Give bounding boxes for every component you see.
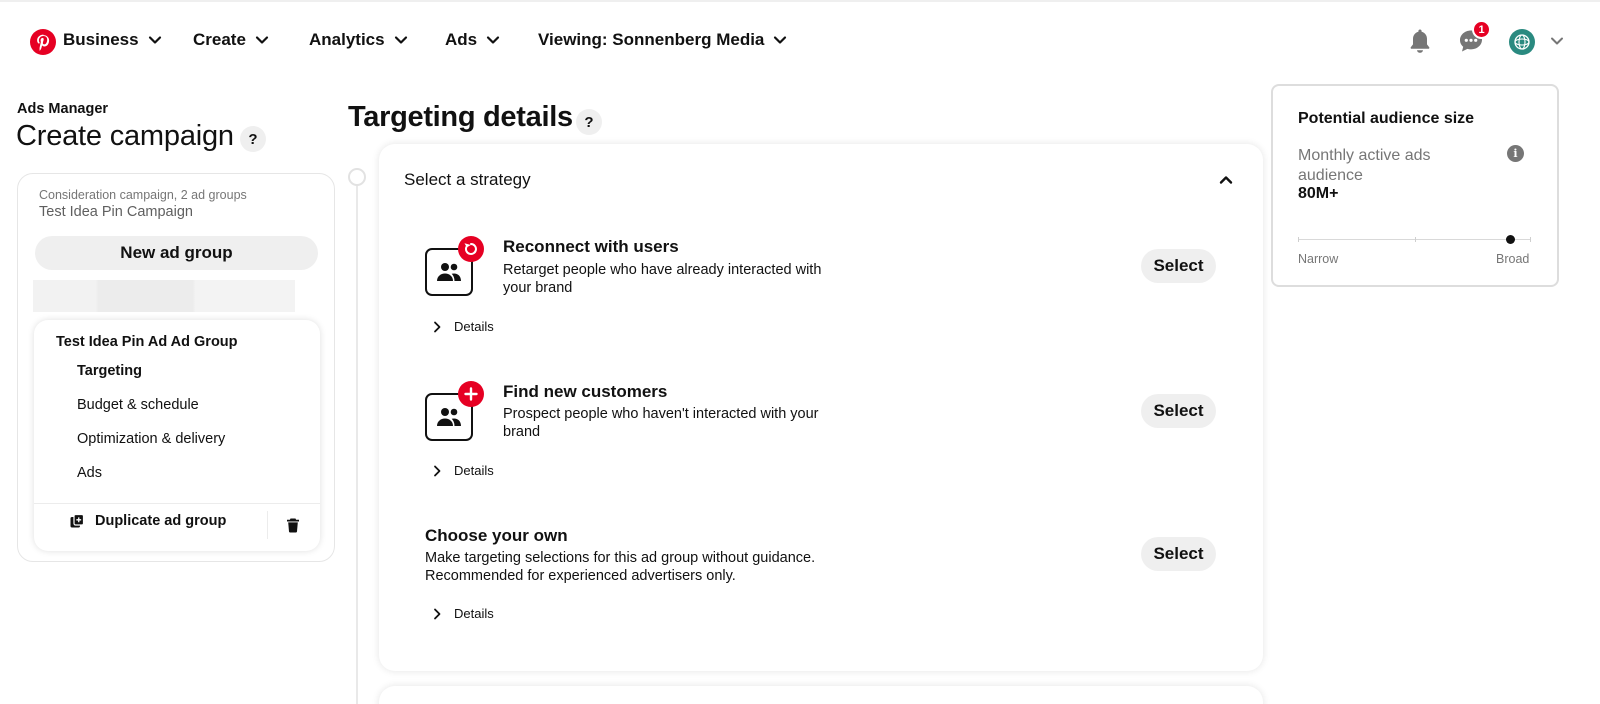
new-ad-group-button[interactable]: New ad group	[35, 236, 318, 270]
messages-count-badge: 1	[1472, 20, 1491, 39]
ad-group-link-budget-schedule[interactable]: Budget & schedule	[77, 397, 199, 413]
audience-value: 80M+	[1298, 185, 1339, 202]
campaign-summary-card: Consideration campaign, 2 ad groups Test…	[17, 173, 335, 562]
audience-size-card: Potential audience size Monthly active a…	[1271, 84, 1559, 287]
messages-button[interactable]: 1	[1456, 20, 1491, 56]
ad-group-link-ads[interactable]: Ads	[77, 465, 102, 481]
details-toggle[interactable]: Details	[431, 606, 494, 621]
scale-tick	[1415, 237, 1416, 242]
details-toggle[interactable]: Details	[431, 319, 494, 334]
account-menu-chevron-icon[interactable]	[1550, 34, 1564, 48]
scale-broad-label: Broad	[1496, 252, 1530, 266]
retarget-icon	[458, 236, 484, 262]
audience-scale-indicator	[1505, 235, 1515, 244]
details-label: Details	[454, 319, 494, 334]
ad-group-link-optimization-delivery[interactable]: Optimization & delivery	[77, 431, 225, 447]
nav-business-menu[interactable]: Business	[63, 30, 162, 50]
top-border	[0, 0, 1600, 2]
chevron-down-icon	[487, 36, 500, 44]
top-navigation: Business Create Analytics Ads Viewing: S…	[0, 0, 1600, 84]
ad-group-card: Test Idea Pin Ad Ad Group Targeting Budg…	[34, 320, 320, 551]
divider	[267, 511, 268, 539]
strategy-header: Select a strategy	[404, 170, 531, 189]
nav-analytics-label: Analytics	[309, 30, 385, 49]
next-section-card	[379, 686, 1263, 704]
nav-business-label: Business	[63, 30, 139, 49]
progress-timeline	[356, 184, 358, 704]
chevron-down-icon	[774, 36, 787, 44]
divider	[34, 503, 320, 504]
account-logo-icon	[1514, 34, 1530, 50]
collapse-button[interactable]	[1216, 170, 1236, 190]
loading-placeholder	[33, 280, 295, 312]
strategy-card: Select a strategy Reconnect with users R…	[379, 144, 1263, 671]
option-title: Choose your own	[425, 526, 568, 545]
help-icon[interactable]: ?	[576, 109, 602, 135]
timeline-step-dot	[348, 168, 366, 186]
duplicate-icon	[70, 514, 84, 528]
help-icon[interactable]: ?	[240, 126, 266, 152]
campaign-name[interactable]: Test Idea Pin Campaign	[39, 204, 193, 220]
ad-group-title[interactable]: Test Idea Pin Ad Ad Group	[56, 334, 238, 350]
scale-narrow-label: Narrow	[1298, 252, 1339, 266]
scale-tick	[1530, 237, 1531, 242]
people-icon	[437, 408, 461, 426]
nav-viewing-account-menu[interactable]: Viewing: Sonnenberg Media	[538, 30, 787, 50]
select-reconnect-button[interactable]: Select	[1141, 249, 1216, 283]
option-title: Find new customers	[503, 382, 668, 401]
option-title: Reconnect with users	[503, 237, 679, 256]
chevron-up-icon	[1219, 176, 1233, 184]
chevron-right-icon	[434, 608, 441, 619]
plus-icon	[458, 381, 484, 407]
ads-manager-label: Ads Manager	[17, 101, 109, 117]
select-choose-own-button[interactable]: Select	[1141, 537, 1216, 571]
nav-create-menu[interactable]: Create	[193, 30, 269, 50]
option-description: Prospect people who haven't interacted w…	[503, 406, 819, 440]
notifications-button[interactable]	[1405, 26, 1435, 56]
audience-title: Potential audience size	[1298, 110, 1475, 127]
select-find-customers-button[interactable]: Select	[1141, 394, 1216, 428]
nav-ads-menu[interactable]: Ads	[445, 30, 500, 50]
chevron-down-icon	[255, 36, 269, 44]
chevron-down-icon	[148, 36, 161, 44]
nav-viewing-label: Viewing: Sonnenberg Media	[538, 30, 765, 49]
option-description: Make targeting selections for this ad gr…	[425, 550, 816, 584]
ad-group-link-targeting[interactable]: Targeting	[77, 363, 142, 379]
nav-create-label: Create	[193, 30, 246, 49]
scale-tick	[1298, 237, 1299, 242]
campaign-type-meta: Consideration campaign, 2 ad groups	[39, 188, 247, 202]
trash-icon[interactable]	[285, 517, 301, 533]
audience-label: Monthly active ads audience	[1298, 147, 1431, 184]
option-description: Retarget people who have already interac…	[503, 262, 822, 296]
chevron-right-icon	[434, 321, 441, 332]
bell-icon	[1410, 29, 1430, 53]
targeting-details-title: Targeting details	[348, 101, 573, 133]
people-icon	[437, 263, 461, 281]
chevron-right-icon	[434, 465, 441, 476]
avatar[interactable]	[1509, 29, 1535, 55]
info-icon[interactable]: i	[1507, 145, 1524, 162]
details-label: Details	[454, 606, 494, 621]
duplicate-ad-group-label: Duplicate ad group	[95, 513, 227, 529]
pinterest-logo[interactable]	[30, 29, 56, 55]
page-title: Create campaign	[16, 120, 234, 152]
nav-ads-label: Ads	[445, 30, 478, 49]
chevron-down-icon	[394, 36, 407, 44]
details-toggle[interactable]: Details	[431, 463, 494, 478]
details-label: Details	[454, 463, 494, 478]
duplicate-ad-group-button[interactable]: Duplicate ad group	[70, 513, 226, 529]
nav-analytics-menu[interactable]: Analytics	[309, 30, 408, 50]
